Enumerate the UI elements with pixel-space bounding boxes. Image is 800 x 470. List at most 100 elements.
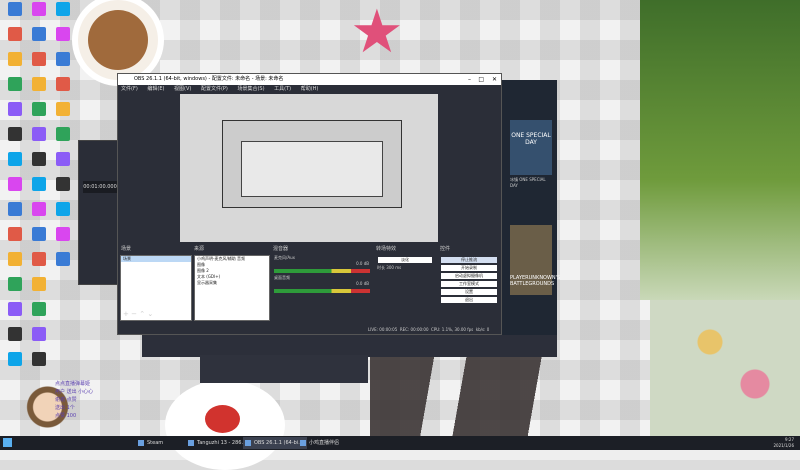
desktop-shortcut-icon[interactable] xyxy=(4,177,26,191)
chat-line: 用户 送出 小心心 xyxy=(55,389,94,395)
menu-profile[interactable]: 配置文件(P) xyxy=(201,86,228,92)
desktop-shortcut-icon[interactable] xyxy=(28,2,50,16)
transition-select[interactable]: 淡化 xyxy=(378,257,432,263)
app-icon xyxy=(32,52,46,66)
maximize-icon[interactable]: □ xyxy=(478,74,484,85)
exit-button[interactable]: 退出 xyxy=(441,297,497,303)
app-icon xyxy=(8,302,22,316)
studio-mode-button[interactable]: 工作室模式 xyxy=(441,281,497,287)
app-icon xyxy=(8,277,22,291)
virtual-camera-button[interactable]: 启动虚拟摄像机 xyxy=(441,273,497,279)
stop-streaming-button[interactable]: 停止推流 xyxy=(441,257,497,263)
desktop-shortcut-icon[interactable] xyxy=(4,202,26,216)
settings-button[interactable]: 设置 xyxy=(441,289,497,295)
scenes-panel[interactable]: 场景 + − ⌃ ⌄ xyxy=(120,255,192,321)
taskbar-item[interactable]: Tanguzhi 13 - 286... xyxy=(186,437,250,449)
app-icon xyxy=(32,202,46,216)
desktop-shortcut-icon[interactable] xyxy=(4,227,26,241)
windows-start-icon[interactable] xyxy=(3,438,12,447)
desktop-shortcut-icon[interactable] xyxy=(28,327,50,341)
volume-meter[interactable] xyxy=(274,269,370,273)
desktop-shortcut-icon[interactable] xyxy=(4,2,26,16)
start-recording-button[interactable]: 开始录制 xyxy=(441,265,497,271)
menu-tools[interactable]: 工具(T) xyxy=(274,86,291,92)
desktop-shortcut-icon[interactable] xyxy=(28,77,50,91)
mixer-panel[interactable]: 麦克风/Aux 0.0 dB 桌面音频 0.0 dB xyxy=(272,255,372,321)
obs-window[interactable]: OBS 26.1.1 (64-bit, windows) - 配置文件: 未命名… xyxy=(117,73,502,335)
add-scene-icon[interactable]: + xyxy=(123,310,129,318)
volume-meter[interactable] xyxy=(274,289,370,293)
menu-help[interactable]: 帮助(H) xyxy=(301,86,319,92)
desktop-shortcut-icon[interactable] xyxy=(52,27,74,41)
taskbar-item[interactable]: Steam xyxy=(136,437,167,449)
desktop-shortcut-icon[interactable] xyxy=(4,152,26,166)
store-panel[interactable]: ONE SPECIAL DAY 冰镇 ONE SPECIAL DAY PLAYE… xyxy=(502,80,560,350)
app-icon xyxy=(56,77,70,91)
move-down-icon[interactable]: ⌄ xyxy=(147,310,153,318)
desktop-shortcut-icon[interactable] xyxy=(28,27,50,41)
desktop-shortcut-icon[interactable] xyxy=(52,252,74,266)
desktop-shortcut-icon[interactable] xyxy=(28,202,50,216)
app-icon xyxy=(8,227,22,241)
taskbar-label: Steam xyxy=(147,440,164,446)
app-icon xyxy=(8,52,22,66)
desktop-shortcut-icon[interactable] xyxy=(28,102,50,116)
desktop-shortcut-icon[interactable] xyxy=(4,252,26,266)
taskbar-item[interactable]: 小鸡直播伴侣 xyxy=(298,437,343,449)
taskbar-clock[interactable]: 9:27 2021/1/26 xyxy=(773,437,794,449)
move-up-icon[interactable]: ⌃ xyxy=(139,310,145,318)
desktop-shortcut-icon[interactable] xyxy=(28,52,50,66)
desktop-shortcut-icon[interactable] xyxy=(52,2,74,16)
remove-scene-icon[interactable]: − xyxy=(131,310,137,318)
source-item[interactable]: 显示器采集 xyxy=(195,280,269,286)
desktop-shortcut-icon[interactable] xyxy=(52,77,74,91)
game-tile[interactable]: PLAYERUNKNOWN'S BATTLEGROUNDS xyxy=(510,225,560,295)
desktop-shortcut-icon[interactable] xyxy=(28,252,50,266)
desktop-shortcut-icon[interactable] xyxy=(4,352,26,366)
desktop-shortcut-icon[interactable] xyxy=(52,52,74,66)
minimize-icon[interactable]: – xyxy=(468,74,471,85)
sources-panel[interactable]: 小鸡声明-麦克风/辅助 音频 图像 图像 2 文本 (GDI+) 显示器采集 xyxy=(194,255,270,321)
desktop-shortcut-icon[interactable] xyxy=(52,102,74,116)
desktop-shortcut-icon[interactable] xyxy=(28,152,50,166)
desktop-shortcut-icon[interactable] xyxy=(4,77,26,91)
desktop-shortcut-icon[interactable] xyxy=(28,177,50,191)
obs-side-window[interactable]: 00:01:00.000 xyxy=(78,140,122,285)
desktop-shortcut-icon[interactable] xyxy=(4,302,26,316)
menu-scene-collection[interactable]: 场景集合(S) xyxy=(237,86,264,92)
desktop-shortcut-icon[interactable] xyxy=(4,127,26,141)
desktop-icons xyxy=(0,0,75,430)
desktop-shortcut-icon[interactable] xyxy=(28,227,50,241)
desktop-shortcut-icon[interactable] xyxy=(52,227,74,241)
app-icon xyxy=(56,52,70,66)
desktop-shortcut-icon[interactable] xyxy=(4,277,26,291)
secondary-mixer[interactable] xyxy=(200,355,368,383)
transition-duration-label: 时长 300 ms xyxy=(375,265,435,271)
desktop-shortcut-icon[interactable] xyxy=(52,127,74,141)
menu-view[interactable]: 视图(V) xyxy=(174,86,191,92)
menu-file[interactable]: 文件(F) xyxy=(121,86,138,92)
desktop-shortcut-icon[interactable] xyxy=(52,177,74,191)
app-icon xyxy=(188,440,194,446)
transitions-panel[interactable]: 淡化 时长 300 ms xyxy=(375,255,435,321)
scene-item[interactable]: 场景 xyxy=(121,256,191,262)
obs-preview[interactable] xyxy=(180,94,438,242)
close-icon[interactable]: ✕ xyxy=(492,74,497,85)
sources-title: 来源 xyxy=(194,246,205,252)
desktop-shortcut-icon[interactable] xyxy=(4,102,26,116)
app-icon xyxy=(8,352,22,366)
app-icon xyxy=(56,177,70,191)
desktop-shortcut-icon[interactable] xyxy=(28,352,50,366)
menu-edit[interactable]: 编辑(E) xyxy=(147,86,164,92)
desktop-shortcut-icon[interactable] xyxy=(4,27,26,41)
desktop-shortcut-icon[interactable] xyxy=(28,302,50,316)
obs-titlebar[interactable]: OBS 26.1.1 (64-bit, windows) - 配置文件: 未命名… xyxy=(118,74,501,85)
desktop-shortcut-icon[interactable] xyxy=(4,52,26,66)
desktop-shortcut-icon[interactable] xyxy=(52,152,74,166)
desktop-shortcut-icon[interactable] xyxy=(4,327,26,341)
duration-input[interactable]: 300 ms xyxy=(386,265,401,270)
desktop-shortcut-icon[interactable] xyxy=(52,202,74,216)
desktop-shortcut-icon[interactable] xyxy=(28,277,50,291)
desktop-shortcut-icon[interactable] xyxy=(28,127,50,141)
store-tile[interactable]: ONE SPECIAL DAY xyxy=(510,120,552,175)
